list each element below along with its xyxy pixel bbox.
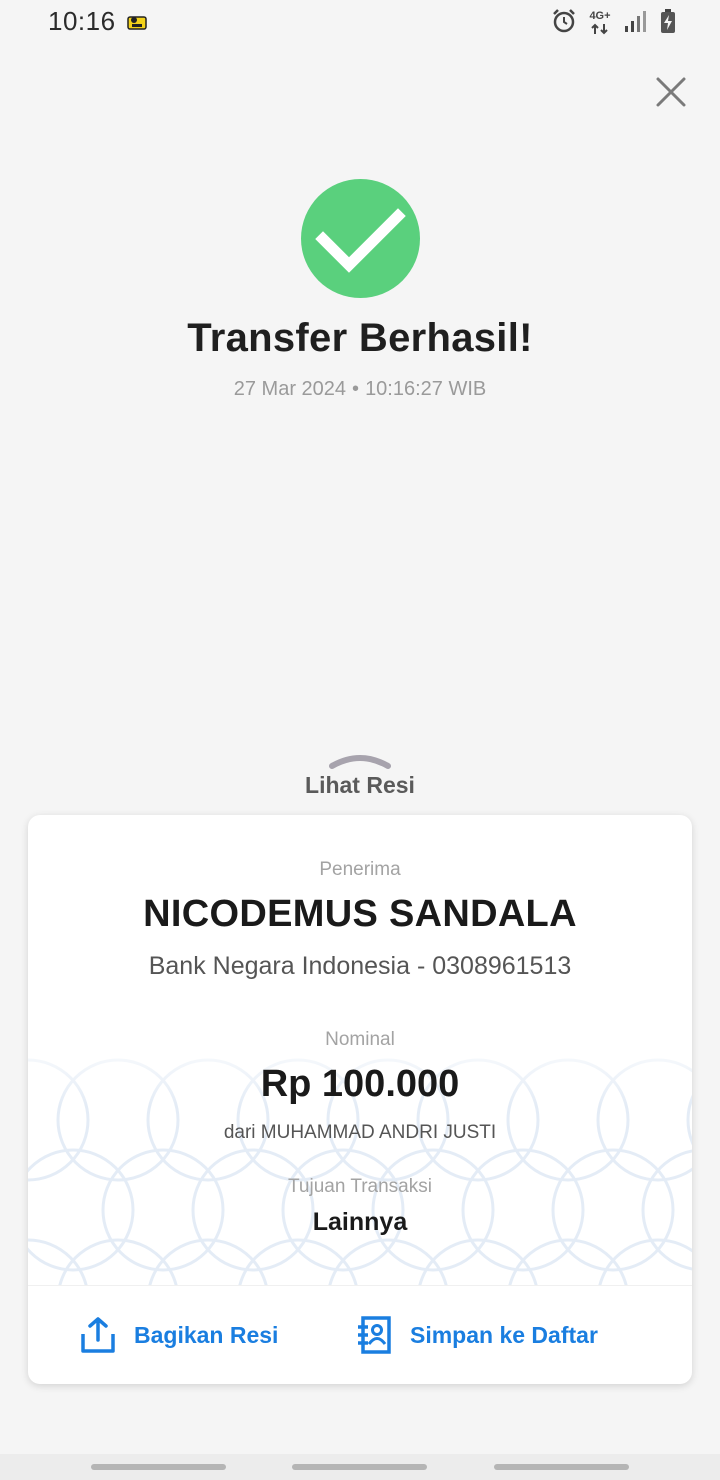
page-title: Transfer Berhasil! <box>187 316 533 360</box>
share-icon <box>81 1317 115 1353</box>
app-notification-icon <box>127 16 147 30</box>
data-arrows-icon <box>591 23 608 35</box>
purpose-label: Tujuan Transaksi <box>288 1176 432 1197</box>
nav-recents-button[interactable] <box>91 1464 226 1470</box>
transaction-date: 27 Mar 2024 <box>233 378 347 400</box>
amount-label: Nominal <box>325 1029 395 1050</box>
share-receipt-button[interactable]: Bagikan Resi <box>80 1313 278 1357</box>
save-to-list-button[interactable]: Simpan ke Daftar <box>356 1313 598 1357</box>
recipient-label: Penerima <box>319 859 401 880</box>
save-to-list-label: Simpan ke Daftar <box>410 1321 598 1348</box>
battery-charging-icon <box>661 9 675 33</box>
status-time: 10:16 <box>48 6 116 36</box>
alarm-icon <box>553 9 575 33</box>
checkmark-icon <box>315 208 406 273</box>
chevron-up-icon[interactable] <box>329 752 391 772</box>
transaction-purpose: Lainnya <box>312 1208 408 1236</box>
network-type: 4G+ <box>586 10 614 40</box>
transfer-amount: Rp 100.000 <box>260 1063 460 1105</box>
share-receipt-label: Bagikan Resi <box>134 1321 279 1348</box>
transaction-time: 10:16:27 WIB <box>365 378 487 400</box>
close-button[interactable] <box>650 71 692 113</box>
transaction-datetime: 27 Mar 2024 • 10:16:27 WIB <box>0 378 720 401</box>
recipient-name: NICODEMUS SANDALA <box>143 893 577 935</box>
signal-icon <box>625 11 646 32</box>
recipient-bank-account: Bank Negara Indonesia - 0308961513 <box>148 952 572 980</box>
close-icon <box>656 77 686 107</box>
divider <box>28 1285 692 1286</box>
nav-back-button[interactable] <box>494 1464 629 1470</box>
datetime-separator: • <box>352 378 360 400</box>
success-badge <box>301 179 420 298</box>
status-bar: 10:16 4G+ <box>0 0 720 46</box>
system-nav-bar <box>0 1454 720 1480</box>
view-receipt-toggle[interactable]: Lihat Resi <box>0 772 720 799</box>
receipt-card: Penerima NICODEMUS SANDALA Bank Negara I… <box>28 815 692 1384</box>
nav-home-button[interactable] <box>292 1464 427 1470</box>
contact-book-icon <box>358 1316 391 1354</box>
sender-name: dari MUHAMMAD ANDRI JUSTI <box>223 1122 497 1143</box>
